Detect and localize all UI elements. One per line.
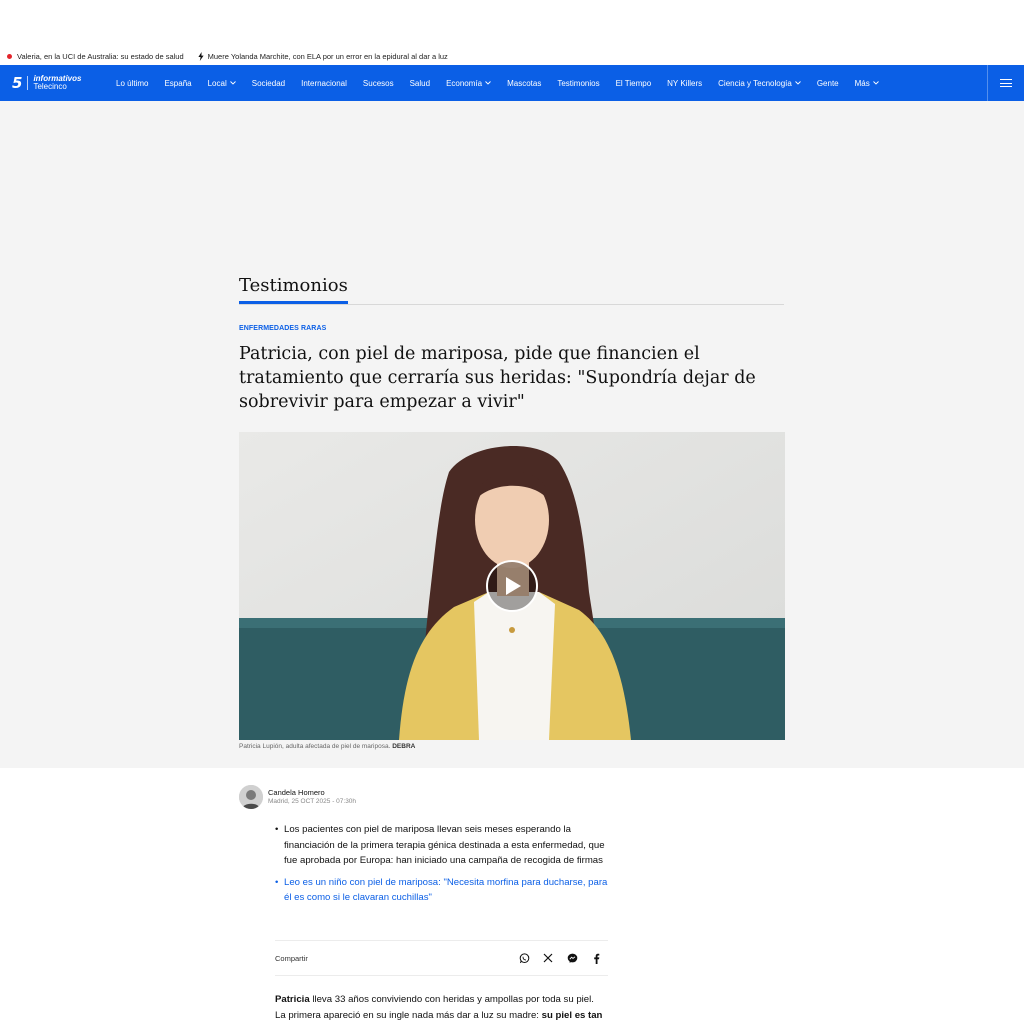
nav-item-gente[interactable]: Gente [817, 79, 839, 88]
x-icon[interactable] [536, 953, 560, 963]
nav-item-ny-killers[interactable]: NY Killers [667, 79, 702, 88]
image-caption: Patricia Lupión, adulta afectada de piel… [239, 743, 415, 750]
nav-divider [987, 65, 988, 101]
article-kicker[interactable]: ENFERMEDADES RARAS [239, 325, 326, 332]
nav-item-local[interactable]: Local [208, 79, 236, 88]
nav-item-economia[interactable]: Economía [446, 79, 491, 88]
article-video[interactable] [239, 432, 785, 740]
chevron-down-icon [229, 81, 236, 85]
main-navigation: 5 informativos Telecinco Lo último Españ… [0, 65, 1024, 101]
share-bar: Compartir [275, 940, 608, 976]
nav-item-label: NY Killers [667, 78, 703, 88]
nav-item-ciencia-tecnologia[interactable]: Ciencia y Tecnología [718, 79, 801, 88]
article-summary: Los pacientes con piel de mariposa lleva… [275, 822, 615, 912]
article-headline: Patricia, con piel de mariposa, pide que… [239, 344, 756, 412]
nav-item-label: España [164, 78, 192, 88]
body-text-1: lleva 33 años conviviendo con heridas y … [309, 994, 594, 1005]
nav-item-label: Testimonios [557, 78, 600, 88]
nav-item-label: Mascotas [507, 78, 542, 88]
nav-item-label: Más [854, 78, 870, 88]
body-name: Patricia [275, 994, 310, 1005]
caption-text: Patricia Lupión, adulta afectada de piel… [239, 743, 393, 750]
play-icon [506, 577, 521, 595]
nav-item-espana[interactable]: España [164, 79, 191, 88]
messenger-icon[interactable] [560, 953, 584, 964]
summary-item: Los pacientes con piel de mariposa lleva… [275, 822, 615, 869]
ticker-text: Valeria, en la UCI de Australia: su esta… [17, 51, 184, 61]
nav-item-sucesos[interactable]: Sucesos [363, 79, 394, 88]
related-article-link[interactable]: Leo es un niño con piel de mariposa: "Ne… [275, 875, 615, 906]
menu-icon[interactable] [1000, 77, 1012, 89]
nav-menu: Lo último España Local Sociedad Internac… [116, 79, 895, 88]
bolt-icon [198, 51, 204, 61]
facebook-icon[interactable] [584, 953, 608, 964]
nav-item-label: Local [207, 78, 227, 88]
nav-item-label: Ciencia y Tecnología [718, 78, 792, 88]
body-bold-2: su piel es tan [541, 1009, 603, 1021]
nav-item-internacional[interactable]: Internacional [301, 79, 347, 88]
chevron-down-icon [872, 81, 879, 85]
nav-item-label: Sucesos [362, 78, 394, 88]
publish-date: Madrid, 25 OCT 2025 - 07:30h [268, 798, 357, 805]
nav-item-label: Lo último [116, 78, 149, 88]
share-label: Compartir [275, 953, 308, 963]
nav-item-mascotas[interactable]: Mascotas [507, 79, 541, 88]
author-name[interactable]: Candela Homero [268, 788, 325, 797]
play-button[interactable] [486, 560, 538, 612]
logo-wordmark: informativos Telecinco [33, 75, 81, 91]
nav-item-testimonios[interactable]: Testimonios [557, 79, 599, 88]
nav-item-mas[interactable]: Más [855, 79, 879, 88]
section-title[interactable]: Testimonios [239, 275, 348, 296]
section-divider [239, 304, 784, 305]
nav-item-label: Salud [409, 78, 431, 88]
nav-item-label: Economía [446, 78, 483, 88]
nav-item-el-tiempo[interactable]: El Tiempo [616, 79, 652, 88]
caption-credit: DEBRA [392, 743, 416, 750]
body-text-2: La primera apareció en su ingle nada más… [275, 1009, 542, 1021]
author-avatar[interactable] [239, 785, 263, 809]
ticker-item-2[interactable]: Muere Yolanda Marchite, con ELA por un e… [198, 51, 448, 61]
nav-item-label: El Tiempo [615, 78, 652, 88]
whatsapp-icon[interactable] [512, 952, 536, 964]
site-logo[interactable]: 5 informativos Telecinco [12, 74, 108, 92]
nav-item-sociedad[interactable]: Sociedad [252, 79, 285, 88]
live-dot-icon [7, 53, 12, 59]
breaking-news-ticker: Valeria, en la UCI de Australia: su esta… [0, 48, 1024, 64]
logo-bottom-text: Telecinco [33, 82, 67, 91]
article-body: Patricia lleva 33 años conviviendo con h… [275, 992, 615, 1023]
nav-item-salud[interactable]: Salud [410, 79, 430, 88]
ticker-item-1[interactable]: Valeria, en la UCI de Australia: su esta… [7, 52, 184, 61]
chevron-down-icon [795, 81, 801, 85]
ticker-text: Muere Yolanda Marchite, con ELA por un e… [207, 51, 448, 61]
nav-item-lo-ultimo[interactable]: Lo último [116, 79, 148, 88]
nav-item-label: Internacional [301, 78, 347, 88]
share-icons [512, 952, 608, 964]
chevron-down-icon [485, 81, 491, 85]
nav-item-label: Sociedad [251, 78, 286, 88]
logo-number: 5 [12, 74, 23, 92]
logo-divider [27, 76, 29, 90]
nav-item-label: Gente [816, 78, 839, 88]
